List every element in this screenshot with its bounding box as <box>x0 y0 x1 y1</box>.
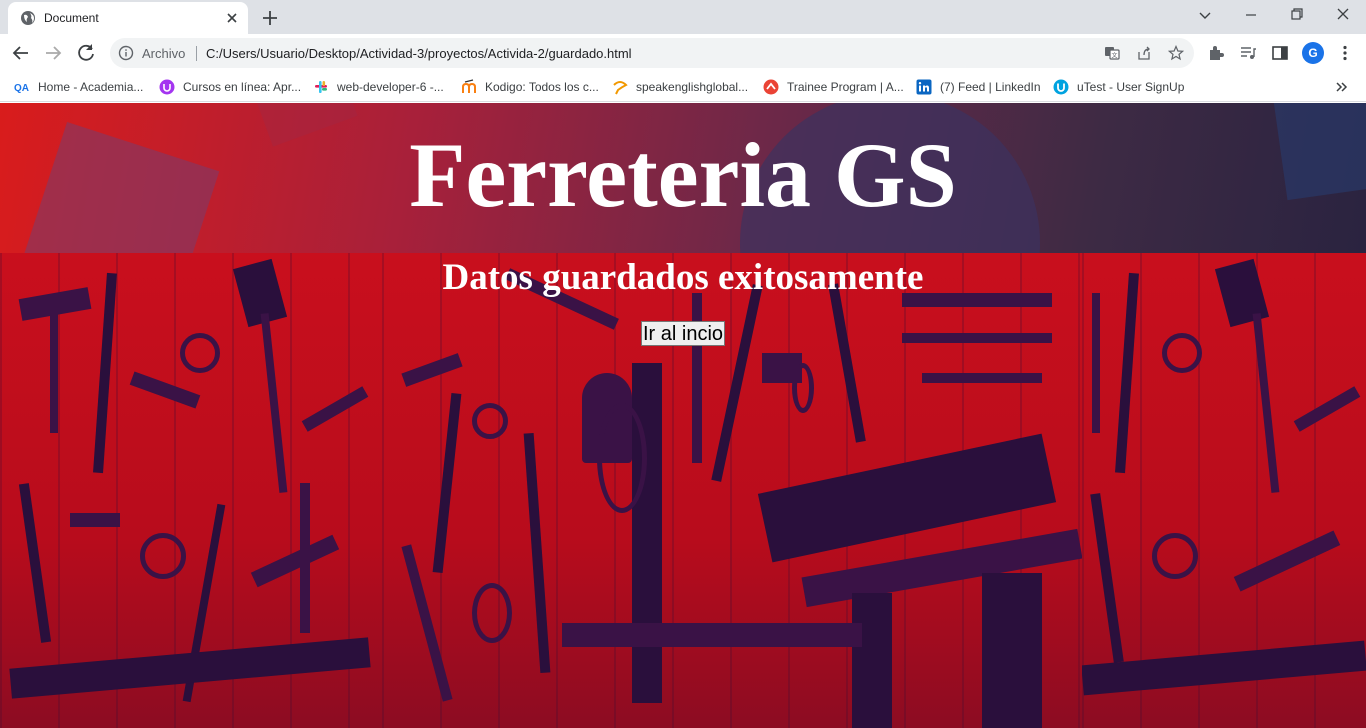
tools-image-panel-right <box>1082 253 1366 728</box>
more-menu-icon[interactable] <box>1336 44 1354 62</box>
tab-search-icon[interactable] <box>1182 0 1228 30</box>
bookmark-cursos[interactable]: Cursos en línea: Apr... <box>159 78 301 96</box>
trainee-icon <box>763 79 779 95</box>
svg-text:QA: QA <box>14 83 29 94</box>
page-viewport: Ferreteria GS Datos guardados exitosamen… <box>0 103 1366 728</box>
bookmark-label: speakenglishglobal... <box>636 80 749 94</box>
site-title: Ferreteria GS <box>409 124 957 226</box>
forward-arrow-icon[interactable] <box>40 40 66 66</box>
svg-text:文: 文 <box>1111 52 1117 60</box>
media-queue-icon[interactable] <box>1239 44 1257 62</box>
header-banner: Ferreteria GS <box>0 103 1366 253</box>
side-panel-icon[interactable] <box>1271 44 1289 62</box>
bookmark-label: Trainee Program | A... <box>787 80 904 94</box>
bookmark-trainee[interactable]: Trainee Program | A... <box>763 78 904 96</box>
close-window-icon[interactable] <box>1320 0 1366 30</box>
bookmark-label: Home - Academia... <box>38 80 144 94</box>
back-arrow-icon[interactable] <box>8 40 34 66</box>
bookmark-star-icon[interactable] <box>1168 45 1184 61</box>
tab-title: Document <box>44 11 99 25</box>
close-tab-icon[interactable] <box>224 10 240 26</box>
tools-background: Datos guardados exitosamente Ir al incio <box>0 253 1366 728</box>
slack-icon <box>315 81 327 93</box>
bookmark-web-developer[interactable]: web-developer-6 -... <box>313 78 444 96</box>
tab-document[interactable]: Document <box>8 2 248 34</box>
bookmark-label: (7) Feed | LinkedIn <box>940 80 1041 94</box>
success-message: Datos guardados exitosamente <box>442 257 924 298</box>
speak-icon <box>613 81 628 95</box>
chevron-double-right-icon[interactable] <box>1334 79 1350 95</box>
utest-icon <box>1053 79 1069 95</box>
tools-image-panel-center <box>382 253 1082 728</box>
restore-icon[interactable] <box>1274 0 1320 30</box>
bookmark-label: Cursos en línea: Apr... <box>183 80 302 94</box>
bookmark-linkedin[interactable]: (7) Feed | LinkedIn <box>916 78 1041 96</box>
info-icon[interactable] <box>118 45 134 61</box>
translate-icon[interactable]: 文 <box>1104 45 1120 61</box>
globe-icon <box>21 11 35 25</box>
omnibox-divider <box>196 46 197 61</box>
address-bar[interactable]: Archivo C:/Users/Usuario/Desktop/Activid… <box>110 38 1194 68</box>
minimize-icon[interactable] <box>1228 0 1274 30</box>
bookmark-kodigo[interactable]: Kodigo: Todos los c... <box>461 78 599 96</box>
scheme-label: Archivo <box>142 46 186 61</box>
share-icon[interactable] <box>1136 45 1152 61</box>
go-home-button[interactable]: Ir al incio <box>641 321 725 346</box>
bookmark-label: web-developer-6 -... <box>337 80 444 94</box>
bookmark-label: uTest - User SignUp <box>1077 80 1185 94</box>
extensions-icon[interactable] <box>1207 44 1225 62</box>
moodle-icon <box>462 79 476 93</box>
url-text[interactable]: C:/Users/Usuario/Desktop/Actividad-3/pro… <box>206 46 632 61</box>
reload-icon[interactable] <box>73 40 99 66</box>
tools-image-panel-left <box>0 253 382 728</box>
bookmark-label: Kodigo: Todos los c... <box>485 80 599 94</box>
bookmarks-bar: QA Home - Academia... Cursos en línea: A… <box>0 72 1366 102</box>
udemy-icon <box>159 79 175 95</box>
bookmark-speakenglish[interactable]: speakenglishglobal... <box>612 78 748 96</box>
linkedin-icon <box>916 79 932 95</box>
profile-avatar[interactable]: G <box>1302 42 1324 64</box>
new-tab-icon[interactable] <box>258 6 282 30</box>
browser-toolbar: Archivo C:/Users/Usuario/Desktop/Activid… <box>0 34 1366 72</box>
tab-strip: Document <box>0 0 1366 34</box>
qa-icon: QA <box>14 83 29 94</box>
bookmark-utest[interactable]: uTest - User SignUp <box>1053 78 1184 96</box>
bookmark-home-academia[interactable]: QA Home - Academia... <box>14 78 143 96</box>
